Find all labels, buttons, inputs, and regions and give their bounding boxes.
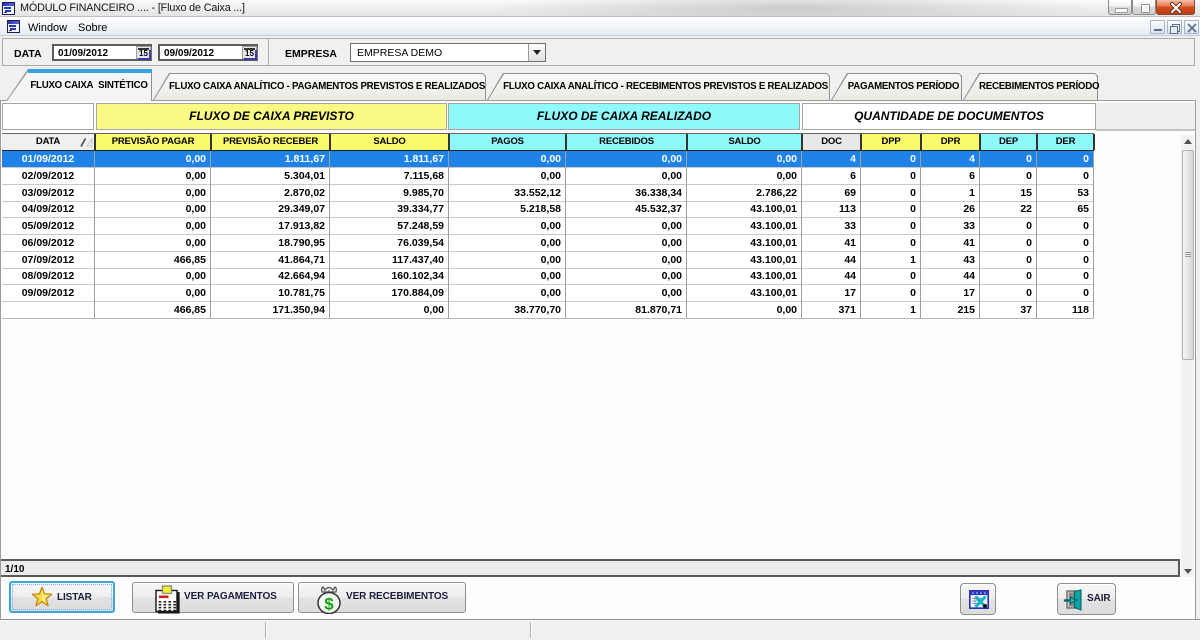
svg-text:$: $ — [324, 595, 334, 614]
